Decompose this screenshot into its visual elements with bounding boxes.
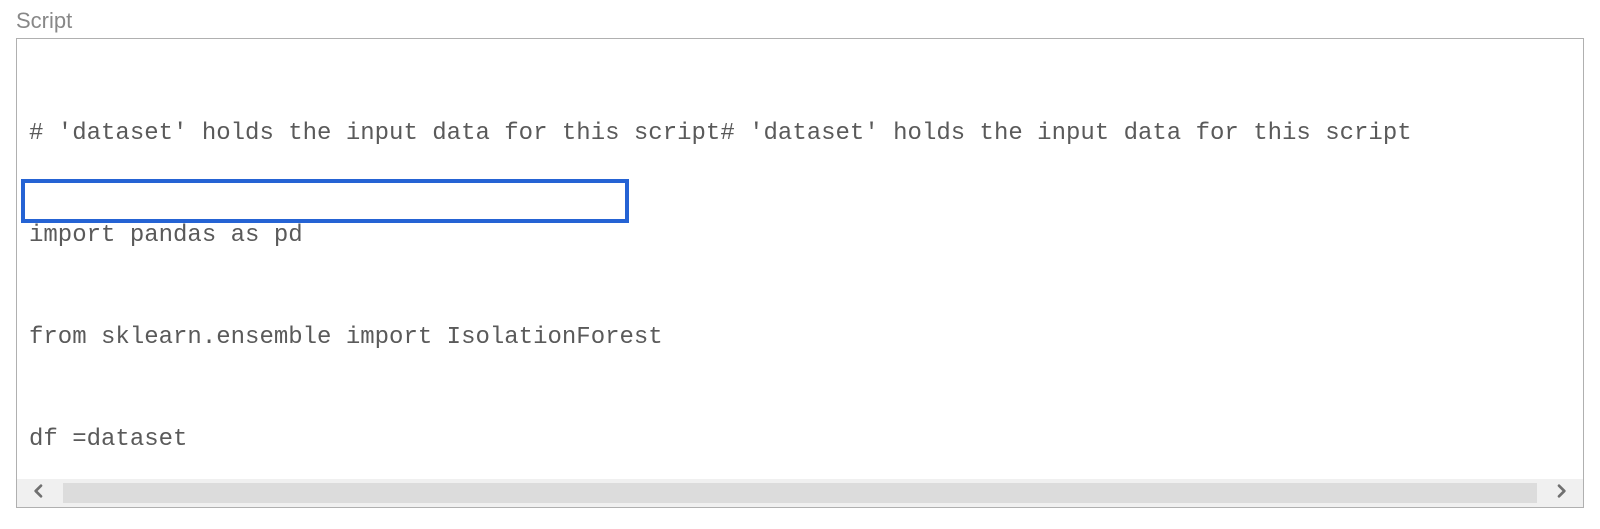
- code-line[interactable]: df =dataset: [29, 423, 1571, 457]
- horizontal-scrollbar[interactable]: [17, 479, 1583, 507]
- code-line[interactable]: # 'dataset' holds the input data for thi…: [29, 117, 1571, 151]
- scroll-track[interactable]: [63, 483, 1537, 503]
- chevron-right-icon: [1553, 481, 1569, 506]
- scroll-left-button[interactable]: [17, 479, 61, 507]
- code-line[interactable]: from sklearn.ensemble import IsolationFo…: [29, 321, 1571, 355]
- code-line[interactable]: import pandas as pd: [29, 219, 1571, 253]
- script-editor[interactable]: # 'dataset' holds the input data for thi…: [17, 39, 1583, 479]
- scroll-right-button[interactable]: [1539, 479, 1583, 507]
- script-label: Script: [16, 8, 1584, 34]
- chevron-left-icon: [31, 481, 47, 506]
- script-editor-container: # 'dataset' holds the input data for thi…: [16, 38, 1584, 508]
- highlight-box: [21, 179, 629, 223]
